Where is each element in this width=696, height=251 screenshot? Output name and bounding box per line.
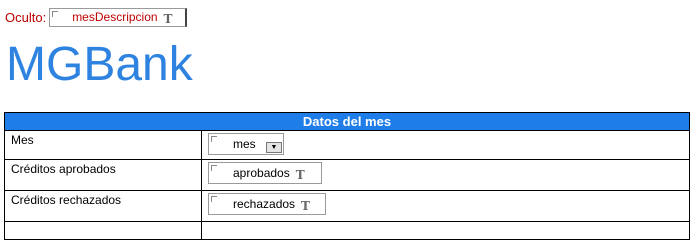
table-row — [4, 221, 690, 240]
field-corner-icon — [211, 196, 217, 202]
dropdown-icon[interactable]: ▼ — [266, 142, 282, 153]
rechazados-value: rechazados — [233, 197, 296, 211]
mes-descripcion-value: mesDescripcion — [72, 10, 158, 24]
hidden-field-row: Oculto: mesDescripcion T — [5, 7, 188, 27]
row-label-aprobados: Créditos aprobados — [4, 159, 202, 191]
aprobados-field[interactable]: aprobados T — [208, 162, 322, 184]
text-type-icon: T — [163, 11, 173, 26]
oculto-label: Oculto: — [5, 9, 47, 25]
app-logo: MGBank — [6, 38, 193, 91]
field-corner-icon — [211, 136, 217, 142]
text-type-icon: T — [301, 198, 310, 213]
empty-cell — [4, 221, 202, 240]
table-row: Mes mes ▼ — [4, 130, 690, 160]
datos-del-mes-table: Datos del mes Mes mes ▼ Créditos aprobad… — [4, 112, 690, 240]
table-header: Datos del mes — [4, 112, 690, 131]
row-label-mes: Mes — [4, 130, 202, 160]
table-row: Créditos rechazados rechazados T — [4, 190, 690, 222]
empty-cell — [201, 221, 690, 240]
mes-descripcion-field[interactable]: mesDescripcion T — [49, 7, 188, 27]
rechazados-field[interactable]: rechazados T — [208, 193, 326, 215]
aprobados-value: aprobados — [233, 166, 290, 180]
field-corner-icon — [211, 165, 217, 171]
mes-select[interactable]: mes ▼ — [208, 133, 284, 155]
table-row: Créditos aprobados aprobados T — [4, 159, 690, 191]
text-type-icon: T — [295, 167, 305, 182]
row-label-rechazados: Créditos rechazados — [4, 190, 202, 222]
field-corner-icon — [52, 10, 59, 17]
